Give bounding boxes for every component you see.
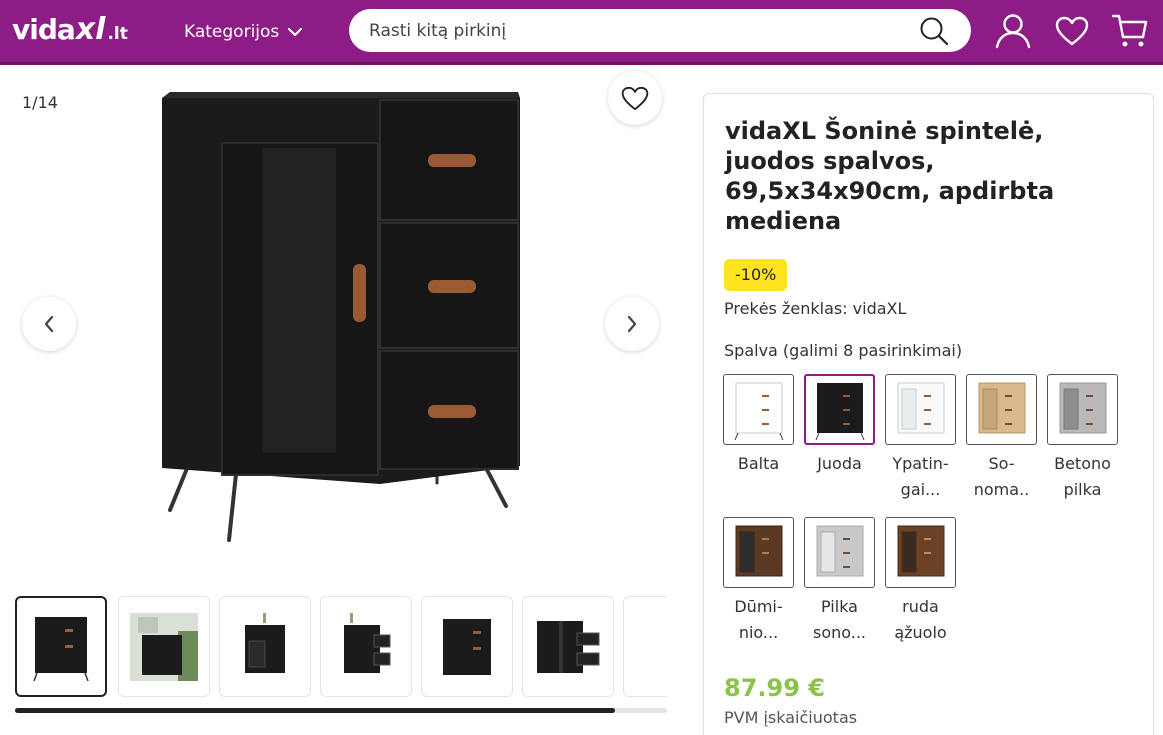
variant-label-line1: Betono bbox=[1054, 454, 1111, 473]
variant-swatch-sonoma[interactable] bbox=[966, 374, 1037, 445]
variant-label-line2: nio... bbox=[738, 623, 779, 642]
thumbnail[interactable] bbox=[15, 596, 107, 697]
vat-note: PVM įskaičiuotas bbox=[724, 708, 858, 727]
site-header: vida xl .lt Kategorijos bbox=[0, 0, 1163, 62]
variant-label-line2: ąžuolo bbox=[894, 623, 947, 642]
color-variant-heading: Spalva (galimi 8 pasirinkimai) bbox=[724, 341, 963, 360]
scrollbar-handle[interactable] bbox=[15, 708, 615, 713]
variant-swatch-juoda[interactable] bbox=[804, 374, 875, 445]
variant-swatch-betono-pilka[interactable] bbox=[1047, 374, 1118, 445]
image-counter: 1/14 bbox=[22, 93, 58, 112]
thumbnail[interactable] bbox=[421, 596, 513, 697]
variant-label-line1: Balta bbox=[737, 454, 780, 473]
wishlist-heart-icon[interactable] bbox=[1053, 12, 1091, 50]
chevron-left-icon bbox=[44, 315, 54, 333]
search-bar bbox=[349, 9, 971, 52]
discount-badge: -10% bbox=[724, 259, 788, 291]
variant-label-line2: gai... bbox=[900, 480, 941, 499]
brand-line: Prekės ženklas: vidaXL bbox=[724, 299, 907, 318]
cart-icon[interactable] bbox=[1111, 12, 1149, 50]
chevron-down-icon bbox=[288, 27, 303, 37]
categories-menu-button[interactable]: Kategorijos bbox=[184, 18, 303, 46]
thumbnail-strip bbox=[15, 596, 667, 698]
add-to-wishlist-button[interactable] bbox=[608, 71, 662, 125]
chevron-right-icon bbox=[627, 315, 637, 333]
account-icon[interactable] bbox=[994, 12, 1032, 50]
variant-label-line1: So- bbox=[988, 454, 1015, 473]
product-title: vidaXL Šoninė spintelė, juodos spalvos, … bbox=[725, 117, 1055, 235]
search-icon[interactable] bbox=[919, 16, 949, 46]
next-image-button[interactable] bbox=[605, 297, 659, 351]
vidaxl-logo[interactable]: vida xl .lt bbox=[12, 8, 128, 52]
main-product-image[interactable] bbox=[150, 88, 530, 550]
variant-swatch-pilka-sonoma[interactable] bbox=[804, 517, 875, 588]
thumbnail-scrollbar[interactable] bbox=[15, 708, 667, 713]
variant-label-line1: ruda bbox=[902, 597, 939, 616]
variant-label-line1: Ypatin- bbox=[892, 454, 949, 473]
thumbnail[interactable] bbox=[219, 596, 311, 697]
variant-swatch-ruda-azuolo[interactable] bbox=[885, 517, 956, 588]
variant-label-line1: Juoda bbox=[817, 454, 862, 473]
categories-label: Kategorijos bbox=[184, 22, 280, 42]
variant-label-line2: pilka bbox=[1063, 480, 1102, 499]
thumbnail[interactable] bbox=[118, 596, 210, 697]
variant-swatch-duminio-azuolo[interactable] bbox=[723, 517, 794, 588]
product-price: 87.99 € bbox=[724, 674, 825, 702]
previous-image-button[interactable] bbox=[22, 297, 76, 351]
thumbnail[interactable] bbox=[623, 596, 667, 697]
variant-label-line2: noma.. bbox=[973, 480, 1030, 499]
header-divider bbox=[0, 62, 1163, 65]
search-input[interactable] bbox=[369, 20, 909, 41]
variant-label-line2: sono... bbox=[812, 623, 867, 642]
product-info-panel: vidaXL Šoninė spintelė, juodos spalvos, … bbox=[703, 93, 1154, 735]
variant-label-line1: Dūmi- bbox=[734, 597, 783, 616]
variant-swatch-ypatingai-balta[interactable] bbox=[885, 374, 956, 445]
variant-swatch-balta[interactable] bbox=[723, 374, 794, 445]
heart-icon bbox=[621, 86, 649, 110]
thumbnail[interactable] bbox=[522, 596, 614, 697]
variant-label-line1: Pilka bbox=[821, 597, 858, 616]
thumbnail[interactable] bbox=[320, 596, 412, 697]
